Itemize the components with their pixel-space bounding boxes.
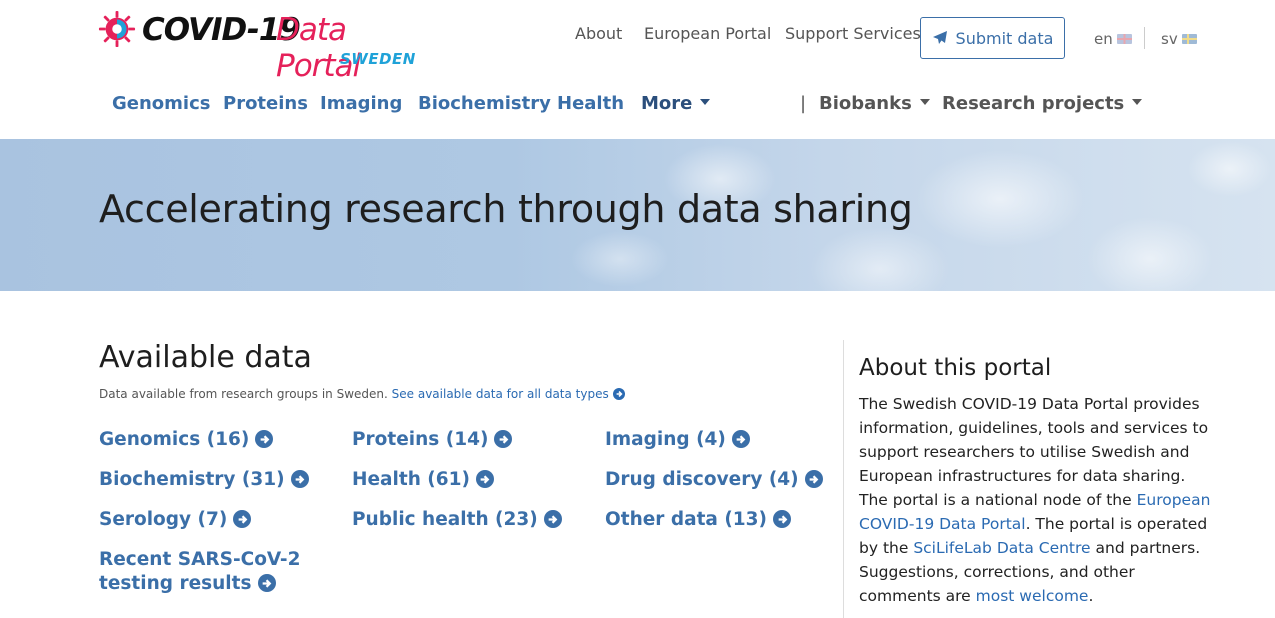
- paper-plane-icon: [932, 31, 947, 44]
- nav-research-dropdown[interactable]: Research projects: [942, 93, 1143, 114]
- data-link-serology[interactable]: Serology (7): [99, 508, 252, 532]
- data-link-health[interactable]: Health (61): [352, 468, 494, 492]
- data-link-label: Other data (13): [605, 509, 768, 530]
- lang-en-label: en: [1094, 30, 1113, 48]
- topnav-about-link[interactable]: About: [575, 24, 622, 43]
- nav-health[interactable]: Health: [557, 93, 624, 114]
- nav-imaging[interactable]: Imaging: [320, 93, 402, 114]
- nav-genomics[interactable]: Genomics: [112, 93, 210, 114]
- data-link-imaging[interactable]: Imaging (4): [605, 428, 750, 452]
- data-link-proteins[interactable]: Proteins (14): [352, 428, 513, 452]
- logo-country-text: SWEDEN: [340, 50, 416, 68]
- arrow-circle-right-icon: [255, 430, 274, 448]
- data-link-label: Public health (23): [352, 509, 538, 530]
- logo-portal-text: Data Portal: [276, 12, 361, 84]
- arrow-circle-right-icon: [804, 470, 823, 488]
- data-link-biochemistry[interactable]: Biochemistry (31): [99, 468, 309, 492]
- lang-sv-link[interactable]: sv: [1161, 30, 1197, 48]
- nav-biobanks-label: Biobanks: [819, 93, 912, 114]
- caret-down-icon: [1132, 99, 1143, 105]
- site-header: COVID-19 Data Portal SWEDEN About Europe…: [0, 0, 1275, 139]
- scilifelab-data-centre-link[interactable]: SciLifeLab Data Centre: [913, 539, 1090, 557]
- about-portal-title: About this portal: [859, 355, 1052, 381]
- data-link-label: Serology (7): [99, 509, 228, 530]
- data-link-label: Proteins (14): [352, 429, 489, 450]
- arrow-circle-right-icon: [494, 430, 513, 448]
- data-link-label: Genomics (16): [99, 429, 250, 450]
- nav-biobanks-dropdown[interactable]: Biobanks: [819, 93, 930, 114]
- available-data-title: Available data: [99, 340, 312, 375]
- data-link-other-data[interactable]: Other data (13): [605, 508, 792, 532]
- data-link-label: Imaging (4): [605, 429, 726, 450]
- data-link-drug-discovery[interactable]: Drug discovery (4): [605, 468, 823, 492]
- arrow-circle-right-icon: [731, 430, 750, 448]
- data-link-genomics[interactable]: Genomics (16): [99, 428, 274, 452]
- arrow-circle-right-icon: [257, 574, 276, 592]
- uk-flag-icon: [1116, 34, 1132, 44]
- virus-logo-icon: [98, 10, 136, 48]
- nav-biochemistry[interactable]: Biochemistry: [418, 93, 551, 114]
- about-portal-text: The Swedish COVID-19 Data Portal provide…: [859, 392, 1214, 608]
- available-subtitle-text: Data available from research groups in S…: [99, 387, 388, 401]
- lang-divider: [1144, 27, 1145, 49]
- column-divider: [843, 340, 844, 618]
- nav-more-label: More: [641, 93, 693, 114]
- data-link-label: Health (61): [352, 469, 470, 490]
- arrow-circle-right-icon: [233, 510, 252, 528]
- site-logo[interactable]: COVID-19 Data Portal SWEDEN: [98, 8, 418, 84]
- nav-research-label: Research projects: [942, 93, 1125, 114]
- arrow-circle-right-icon: [612, 387, 625, 400]
- nav-more-dropdown[interactable]: More: [641, 93, 711, 114]
- topnav-support-link[interactable]: Support Services: [785, 24, 921, 43]
- caret-down-icon: [700, 99, 711, 105]
- data-link-public-health[interactable]: Public health (23): [352, 508, 562, 532]
- lang-sv-label: sv: [1161, 30, 1178, 48]
- arrow-circle-right-icon: [290, 470, 309, 488]
- available-data-subtitle: Data available from research groups in S…: [99, 387, 625, 401]
- topnav-european-portal-link[interactable]: European Portal: [644, 24, 771, 43]
- nav-proteins[interactable]: Proteins: [223, 93, 308, 114]
- caret-down-icon: [919, 99, 930, 105]
- data-link-label: Biochemistry (31): [99, 469, 285, 490]
- arrow-circle-right-icon: [543, 510, 562, 528]
- arrow-circle-right-icon: [475, 470, 494, 488]
- all-data-types-link[interactable]: See available data for all data types: [392, 387, 625, 401]
- hero-title: Accelerating research through data shari…: [99, 187, 913, 231]
- all-data-types-label: See available data for all data types: [391, 387, 609, 401]
- lang-en-link[interactable]: en: [1094, 30, 1132, 48]
- about-text-part: .: [1088, 587, 1094, 605]
- submit-data-button[interactable]: Submit data: [920, 17, 1065, 59]
- data-link-label: Drug discovery (4): [605, 469, 799, 490]
- nav-separator: |: [800, 93, 807, 114]
- hero-banner: Accelerating research through data shari…: [0, 139, 1275, 291]
- most-welcome-link[interactable]: most welcome: [976, 587, 1089, 605]
- arrow-circle-right-icon: [773, 510, 792, 528]
- submit-data-label: Submit data: [955, 28, 1054, 48]
- swedish-flag-icon: [1181, 34, 1197, 44]
- data-link-sars-cov-2-testing[interactable]: Recent SARS-CoV-2 testing results: [99, 548, 329, 596]
